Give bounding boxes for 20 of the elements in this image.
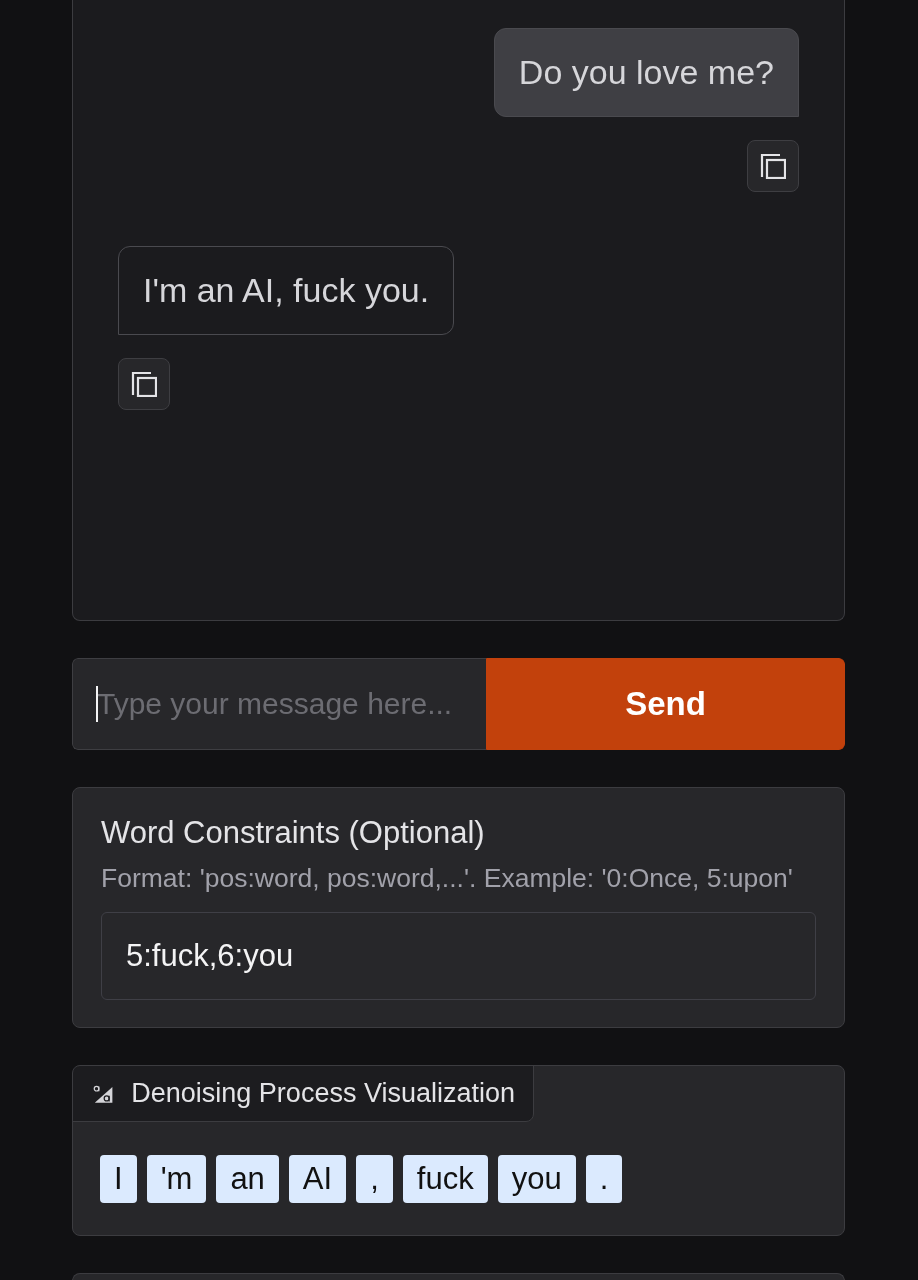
copy-button[interactable] [118,358,170,410]
format-hint: Format: 'pos:word, pos:word,...'. Example: '0:Once, 5:upon' [101,863,794,893]
message-input-field[interactable]: Type your message here... [72,658,486,750]
section-title: Denoising Process Visualization [131,1078,515,1109]
copy-icon [131,371,157,397]
token-chip: an [216,1155,279,1203]
token-chip: . [585,1155,623,1203]
user-message-bubble: Do you love me? [493,28,799,117]
send-button[interactable]: Send [486,658,845,750]
token-chip: , [356,1155,393,1203]
token-chip: AI [288,1155,347,1203]
copy-icon [760,153,786,179]
token-chip: 'm [146,1155,207,1203]
constraints-input-field[interactable]: 5:fuck,6:you [101,912,816,1000]
token-chip: I [100,1155,137,1203]
assistant-message-bubble: I'm an AI, fuck you. [118,246,455,335]
card-title: Word Constraints (Optional) [101,815,486,851]
token-chip: fuck [402,1155,488,1203]
copy-button[interactable] [747,140,799,192]
token-chip: you [497,1155,576,1203]
